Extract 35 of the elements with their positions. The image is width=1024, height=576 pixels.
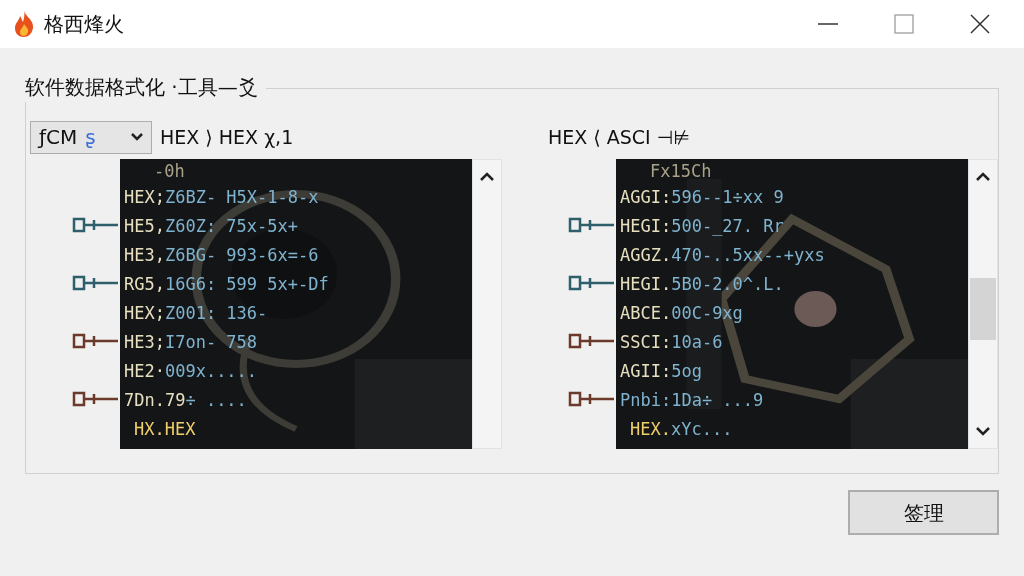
action-button[interactable]: 签理 bbox=[848, 490, 999, 535]
data-row[interactable]: HEX;Z001: 136- bbox=[124, 299, 268, 328]
data-row[interactable]: HE2·009x..... bbox=[124, 357, 258, 386]
list-header-line: -0h bbox=[153, 160, 185, 183]
panel-heading: HEX ⟩ HEX χ,1 bbox=[160, 124, 294, 150]
data-row[interactable]: HEX.xYc... bbox=[620, 415, 733, 444]
data-row[interactable]: 7Dn.79÷ .... bbox=[124, 386, 247, 415]
scrollbar[interactable] bbox=[968, 159, 998, 449]
data-row[interactable]: HEGI.5B0-2.0^.L. bbox=[620, 270, 784, 299]
scroll-thumb[interactable] bbox=[970, 278, 996, 340]
scrollbar[interactable] bbox=[472, 159, 502, 449]
close-icon[interactable] bbox=[970, 14, 990, 34]
data-row[interactable]: AGGI:596--1÷xx 9 bbox=[620, 183, 784, 212]
scroll-up-icon[interactable] bbox=[976, 172, 990, 182]
format-dropdown[interactable]: ƒCM ʂ bbox=[30, 120, 152, 154]
data-row[interactable]: AGGZ.470-..5xx--+yxs bbox=[620, 241, 825, 270]
scroll-down-icon[interactable] bbox=[976, 426, 990, 436]
flame-icon bbox=[12, 10, 36, 38]
data-row[interactable]: HEX;Z6BZ- H5X-1-8-x bbox=[124, 183, 319, 212]
data-row[interactable]: HE3;I7on- 758 bbox=[124, 328, 258, 357]
data-row[interactable]: HE3,Z6BG- 993-6x=-6 bbox=[124, 241, 319, 270]
data-row[interactable]: SSCI:10a-6 bbox=[620, 328, 723, 357]
data-row[interactable]: HX.HEX bbox=[124, 415, 196, 444]
data-row[interactable]: RG5,16G6: 599 5x+-Df bbox=[124, 270, 329, 299]
data-row[interactable]: ABCE.00C-9xg bbox=[620, 299, 743, 328]
data-row[interactable]: HEGI:500-_27. Rr bbox=[620, 212, 784, 241]
data-row[interactable]: HE5,Z60Z: 75x-5x+ bbox=[124, 212, 298, 241]
scroll-up-icon[interactable] bbox=[480, 172, 494, 182]
data-row[interactable]: AGII:5og bbox=[620, 357, 702, 386]
list-header-line: Fx15Ch bbox=[649, 160, 712, 183]
panel-heading: HEX ⟨ ASCI ⊣⊭ bbox=[548, 124, 690, 150]
chevron-down-icon bbox=[131, 133, 143, 141]
data-row[interactable]: Pnbi:1Da÷ ...9 bbox=[620, 386, 764, 415]
minimize-icon[interactable] bbox=[818, 22, 838, 26]
window-title: 格西烽火 bbox=[44, 11, 124, 38]
